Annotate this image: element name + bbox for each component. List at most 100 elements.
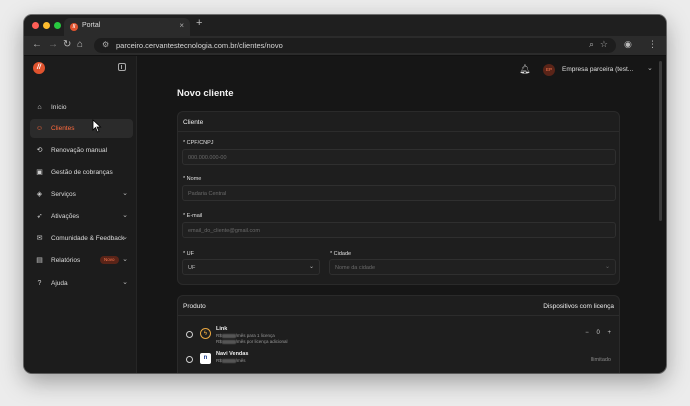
forward-icon[interactable]: → xyxy=(48,39,58,50)
device-limit: Ilimitado xyxy=(590,357,611,363)
link-product-icon: ϟ xyxy=(200,328,211,339)
uf-select[interactable]: UF ⌄ xyxy=(182,259,320,275)
tab-bar: // Portal × + xyxy=(24,15,666,36)
sidebar-item-servicos[interactable]: ◈ Serviços ⌄ xyxy=(30,185,133,204)
home-browser-icon[interactable]: ⌂ xyxy=(77,39,83,50)
home-icon: ⌂ xyxy=(37,104,42,111)
product-price-line: R$/mês xyxy=(216,358,246,363)
sidebar-item-relatorios[interactable]: ▤ Relatórios Novo ⌄ xyxy=(30,251,133,270)
sidebar: // ⌂ Início ☺ Clientes ⟲ Renovação manua… xyxy=(24,56,137,373)
sidebar-item-inicio[interactable]: ⌂ Início xyxy=(30,98,133,117)
chevron-down-icon: ⌄ xyxy=(308,264,314,270)
chevron-down-icon: ⌄ xyxy=(122,279,128,286)
browser-toolbar: ← → ↻ ⌂ ⚙ parceiro.cervantestecnologia.c… xyxy=(24,36,666,56)
address-bar[interactable]: ⚙ parceiro.cervantestecnologia.com.br/cl… xyxy=(94,38,616,53)
sidebar-item-clientes[interactable]: ☺ Clientes xyxy=(30,119,133,138)
product-price-line: R$/mês para 1 licença xyxy=(216,333,275,338)
company-name[interactable]: Empresa parceira (test... xyxy=(562,66,633,73)
help-icon: ? xyxy=(37,280,42,287)
chevron-down-icon[interactable]: ⌄ xyxy=(647,64,653,72)
uf-value: UF xyxy=(188,265,196,271)
bookmark-star-icon[interactable]: ☆ xyxy=(600,39,608,50)
profile-icon[interactable]: ◉ xyxy=(624,39,632,50)
sidebar-item-label: Serviços xyxy=(51,191,76,198)
tab-title: Portal xyxy=(82,22,101,29)
city-label: * Cidade xyxy=(330,251,352,257)
product-radio[interactable] xyxy=(186,331,193,338)
sidebar-item-label: Clientes xyxy=(51,125,75,132)
page-title: Novo cliente xyxy=(177,88,234,99)
uf-label: * UF xyxy=(183,251,194,257)
sidebar-item-gestao-cobrancas[interactable]: ▣ Gestão de cobranças xyxy=(30,163,133,182)
new-badge: Novo xyxy=(100,256,119,264)
brand-logo[interactable]: // xyxy=(33,62,45,74)
sidebar-item-comunidade-feedback[interactable]: ✉ Comunidade & Feedback ⌄ xyxy=(30,229,133,248)
name-label: * Nome xyxy=(183,176,202,182)
city-select[interactable]: Nome da cidade ⌄ xyxy=(329,259,616,275)
browser-window: // Portal × + ← → ↻ ⌂ ⚙ parceiro.cervant… xyxy=(24,15,666,373)
chevron-down-icon: ⌄ xyxy=(122,190,128,197)
quantity-stepper[interactable]: − 0 + xyxy=(579,330,611,336)
product-row-link[interactable]: ϟ Link R$/mês para 1 licença R$/mês por … xyxy=(178,323,619,347)
navi-product-icon: n xyxy=(200,353,211,364)
favicon-icon: // xyxy=(70,23,78,31)
product-row-navi-vendas[interactable]: n Navi Vendas R$/mês Ilimitado xyxy=(178,348,619,372)
browser-tab[interactable]: // Portal × xyxy=(64,18,190,36)
chat-icon: ✉ xyxy=(36,235,43,242)
product-card-title: Produto xyxy=(183,303,206,310)
cpf-input[interactable]: 000.000.000-00 xyxy=(182,149,616,165)
top-header: 🔔︎ EP Empresa parceira (test... ⌄ xyxy=(137,56,666,84)
sidebar-item-label: Ajuda xyxy=(51,280,68,287)
product-radio[interactable] xyxy=(186,356,193,363)
product-name: Link xyxy=(216,326,228,332)
product-card: Produto Dispositivos com licença ϟ Link … xyxy=(177,295,620,373)
back-icon[interactable]: ← xyxy=(32,39,42,50)
billing-icon: ▣ xyxy=(36,169,43,176)
minimize-window-button[interactable] xyxy=(43,22,50,29)
email-input[interactable]: email_do_cliente@gmail.com xyxy=(182,222,616,238)
product-card-header: Produto Dispositivos com licença xyxy=(178,296,619,316)
client-card-header: Cliente xyxy=(178,112,619,132)
product-price-line: R$/mês por licença adicional xyxy=(216,339,288,344)
chevron-down-icon: ⌄ xyxy=(604,264,610,270)
maximize-window-button[interactable] xyxy=(54,22,61,29)
bell-icon[interactable]: 🔔︎ xyxy=(519,64,530,75)
rocket-icon: ➶ xyxy=(36,213,43,220)
increment-button[interactable]: + xyxy=(607,330,611,336)
product-name: Navi Vendas xyxy=(216,351,249,357)
reload-icon[interactable]: ↻ xyxy=(63,39,71,50)
avatar[interactable]: EP xyxy=(543,64,555,76)
zoom-icon[interactable]: ⌕ xyxy=(589,39,594,50)
sidebar-item-label: Comunidade & Feedback xyxy=(51,235,125,242)
email-label: * E-mail xyxy=(183,213,203,219)
quantity-value: 0 xyxy=(596,330,600,336)
collapse-sidebar-icon[interactable] xyxy=(118,63,126,71)
refresh-icon: ⟲ xyxy=(36,147,43,154)
chevron-down-icon: ⌄ xyxy=(122,234,128,241)
new-tab-button[interactable]: + xyxy=(196,17,202,29)
url-text: parceiro.cervantestecnologia.com.br/clie… xyxy=(116,41,283,50)
close-window-button[interactable] xyxy=(32,22,39,29)
decrement-button[interactable]: − xyxy=(585,330,589,336)
page-scrollbar[interactable] xyxy=(659,61,662,221)
city-placeholder: Nome da cidade xyxy=(335,265,376,271)
client-card: Cliente * CPF/CNPJ 000.000.000-00 * Nome… xyxy=(177,111,620,285)
layers-icon: ◈ xyxy=(36,191,43,198)
sidebar-item-renovacao-manual[interactable]: ⟲ Renovação manual xyxy=(30,141,133,160)
site-settings-icon[interactable]: ⚙ xyxy=(102,40,109,49)
users-icon: ☺ xyxy=(35,125,44,132)
tab-close-icon[interactable]: × xyxy=(179,21,184,30)
sidebar-item-label: Ativações xyxy=(51,213,80,220)
sidebar-item-ajuda[interactable]: ? Ajuda ⌄ xyxy=(30,274,133,293)
cpf-label: * CPF/CNPJ xyxy=(183,140,214,146)
devices-column-title: Dispositivos com licença xyxy=(543,303,614,310)
sidebar-item-ativacoes[interactable]: ➶ Ativações ⌄ xyxy=(30,207,133,226)
browser-menu-icon[interactable]: ⋮ xyxy=(648,39,657,50)
client-card-title: Cliente xyxy=(183,119,204,126)
sidebar-item-label: Relatórios xyxy=(51,257,81,264)
email-placeholder: email_do_cliente@gmail.com xyxy=(188,228,260,234)
sidebar-item-label: Renovação manual xyxy=(51,147,108,154)
name-input[interactable]: Padaria Central xyxy=(182,185,616,201)
cpf-placeholder: 000.000.000-00 xyxy=(188,155,227,161)
chevron-down-icon: ⌄ xyxy=(122,256,128,263)
